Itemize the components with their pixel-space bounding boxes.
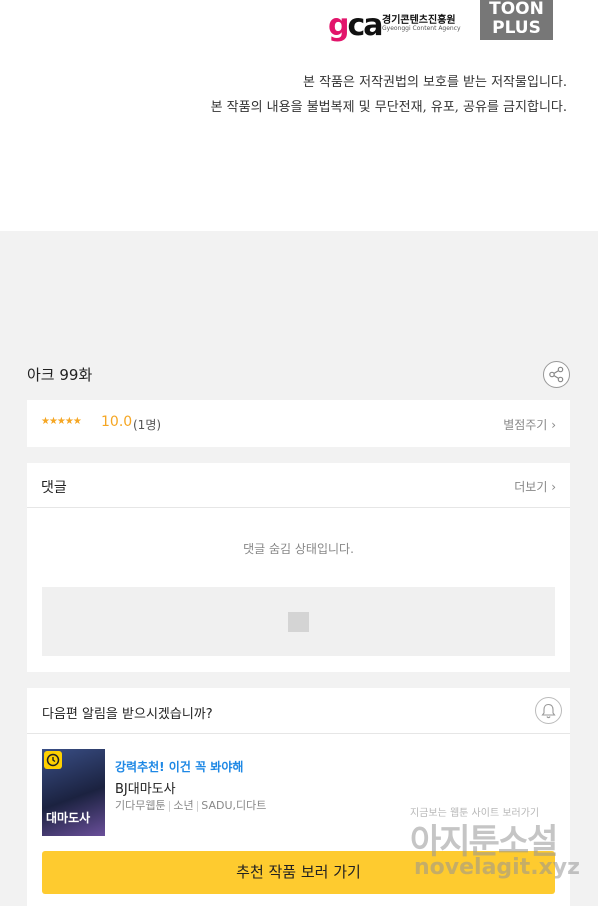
thumbnail-title: 대마도사 [46,811,91,825]
gca-logo-name: 경기콘텐츠진흥원 [382,15,456,26]
rating-card: ★★★★★ 10.0 (1명) 별점주기 › [27,400,570,447]
rating-score: 10.0 [101,414,133,430]
gca-logo-subtitle: Gyeonggi Content Agency [382,25,461,32]
episode-title: 아크 99화 [27,366,93,384]
recommendation-genre: 기다무웹툰 [115,799,166,812]
comment-image-placeholder [42,587,555,656]
recommendation-label: 강력추천! 이건 꼭 봐야해 [115,760,244,774]
notify-bell-button[interactable] [535,697,562,724]
rating-stars: ★★★★★ [41,416,82,427]
clock-icon [44,751,62,769]
notify-question: 다음편 알림을 받으시겠습니까? [42,707,213,722]
recommendation-authors: SADU,디다트 [201,799,267,812]
bell-icon [541,703,556,719]
chevron-right-icon: › [551,418,556,432]
share-icon [549,366,564,383]
toonplus-logo: TOON PLUS [480,0,553,40]
recommendation-category: 소년 [173,799,194,812]
gca-logo-mark: gca [328,8,384,43]
copyright-notice: 본 작품은 저작권법의 보호를 받는 저작물입니다. 본 작품의 내용을 불법복… [211,70,567,120]
image-placeholder-icon [288,612,309,632]
notify-header: 다음편 알림을 받으시겠습니까? [27,688,570,734]
rate-button[interactable]: 별점주기 › [503,416,556,433]
recommendation-thumbnail[interactable]: 대마도사 [42,749,105,836]
go-recommendation-button[interactable]: 추천 작품 보러 가기 [42,851,555,894]
recommendation-meta: 기다무웹툰 | 소년 | SADU,디다트 [115,799,267,812]
chevron-right-icon: › [551,480,556,494]
comments-more-button[interactable]: 더보기 › [514,478,556,495]
rating-count: (1명) [133,418,162,432]
share-button[interactable] [543,361,570,388]
comments-header: 댓글 더보기 › [27,463,570,508]
copyright-line-2: 본 작품의 내용을 불법복제 및 무단전재, 유포, 공유를 금지합니다. [210,100,567,115]
comments-title: 댓글 [41,480,67,496]
comments-hidden-message: 댓글 숨김 상태입니다. [243,542,354,556]
gca-logo: gca 경기콘텐츠진흥원 Gyeonggi Content Agency [328,6,461,46]
copyright-section: gca 경기콘텐츠진흥원 Gyeonggi Content Agency TOO… [0,0,598,231]
copyright-line-1: 본 작품은 저작권법의 보호를 받는 저작물입니다. [303,75,567,90]
comments-card: 댓글 더보기 › 댓글 숨김 상태입니다. [27,463,570,672]
notify-card: 다음편 알림을 받으시겠습니까? 대마도사 강력추천! 이건 꼭 봐야해 BJ대… [27,688,570,906]
recommendation-title[interactable]: BJ대마도사 [115,778,176,797]
